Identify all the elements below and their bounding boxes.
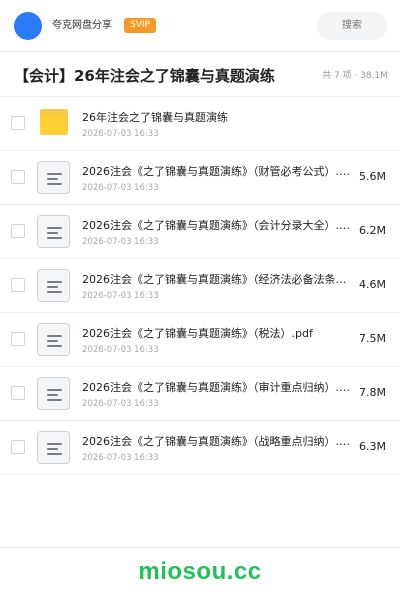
document-icon: [37, 269, 70, 302]
share-summary: 共 7 项 · 38.1M: [322, 71, 388, 81]
file-size: 5.6M: [359, 170, 386, 183]
file-size: 7.5M: [359, 332, 386, 345]
file-date: 2026-07-03 16:33: [82, 453, 159, 463]
file-date: 2026-07-03 16:33: [82, 399, 159, 409]
file-row[interactable]: 2026注会《之了锦囊与真题演练》（经济法必备法条）.pdf 2026-07-0…: [0, 259, 400, 313]
file-row[interactable]: 2026注会《之了锦囊与真题演练》（财管必考公式）.pdf 2026-07-03…: [0, 151, 400, 205]
document-icon: [37, 377, 70, 410]
row-checkbox[interactable]: [11, 332, 25, 346]
file-date: 2026-07-03 16:33: [82, 183, 159, 193]
file-size: 6.3M: [359, 440, 386, 453]
file-name: 2026注会《之了锦囊与真题演练》（审计重点归纳）.pdf: [82, 381, 352, 394]
site-watermark: miosou.cc: [138, 558, 262, 585]
file-name: 2026注会《之了锦囊与真题演练》（财管必考公式）.pdf: [82, 165, 352, 178]
share-title-bar: 【会计】26年注会之了锦囊与真题演练 共 7 项 · 38.1M: [0, 53, 400, 97]
row-checkbox[interactable]: [11, 386, 25, 400]
document-icon: [37, 323, 70, 356]
file-row-folder[interactable]: 26年注会之了锦囊与真题演练 2026-07-03 16:33: [0, 97, 400, 151]
page-title: 【会计】26年注会之了锦囊与真题演练: [14, 67, 275, 85]
document-icon: [37, 215, 70, 248]
app-header: 夸克网盘分享 SVIP: [0, 0, 400, 52]
file-date: 2026-07-03 16:33: [82, 129, 159, 139]
file-row[interactable]: 2026注会《之了锦囊与真题演练》（税法）.pdf 2026-07-03 16:…: [0, 313, 400, 367]
footer: miosou.cc: [0, 547, 400, 600]
folder-icon: [40, 109, 68, 135]
file-date: 2026-07-03 16:33: [82, 237, 159, 247]
file-size: 4.6M: [359, 278, 386, 291]
svip-badge: SVIP: [124, 18, 156, 33]
file-list: 26年注会之了锦囊与真题演练 2026-07-03 16:33 2026注会《之…: [0, 97, 400, 475]
username: 夸克网盘分享: [52, 20, 112, 31]
file-name: 2026注会《之了锦囊与真题演练》（税法）.pdf: [82, 327, 313, 340]
row-checkbox[interactable]: [11, 278, 25, 292]
search-input[interactable]: [317, 12, 387, 40]
row-checkbox[interactable]: [11, 440, 25, 454]
file-date: 2026-07-03 16:33: [82, 291, 159, 301]
avatar[interactable]: [14, 12, 42, 40]
file-row[interactable]: 2026注会《之了锦囊与真题演练》（审计重点归纳）.pdf 2026-07-03…: [0, 367, 400, 421]
file-name: 2026注会《之了锦囊与真题演练》（会计分录大全）.pdf: [82, 219, 352, 232]
file-date: 2026-07-03 16:33: [82, 345, 159, 355]
row-checkbox[interactable]: [11, 170, 25, 184]
row-checkbox[interactable]: [11, 224, 25, 238]
document-icon: [37, 161, 70, 194]
row-checkbox[interactable]: [11, 116, 25, 130]
file-row[interactable]: 2026注会《之了锦囊与真题演练》（会计分录大全）.pdf 2026-07-03…: [0, 205, 400, 259]
document-icon: [37, 431, 70, 464]
file-size: 7.8M: [359, 386, 386, 399]
file-name: 26年注会之了锦囊与真题演练: [82, 111, 228, 124]
file-row[interactable]: 2026注会《之了锦囊与真题演练》（战略重点归纳）.pdf 2026-07-03…: [0, 421, 400, 475]
file-size: 6.2M: [359, 224, 386, 237]
file-name: 2026注会《之了锦囊与真题演练》（经济法必备法条）.pdf: [82, 273, 352, 286]
file-name: 2026注会《之了锦囊与真题演练》（战略重点归纳）.pdf: [82, 435, 352, 448]
